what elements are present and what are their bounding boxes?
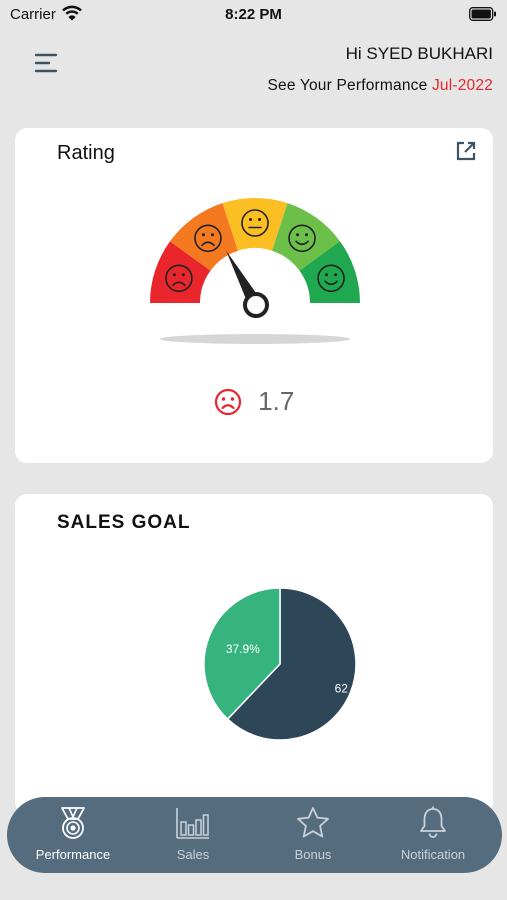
tab-sales-label: Sales (176, 847, 210, 862)
external-link-icon (456, 141, 476, 161)
sales-goal-title: SALES GOAL (57, 512, 191, 533)
rating-value: 1.7 (258, 386, 295, 416)
header: Hi SYED BUKHARI See Your Performance Jul… (0, 30, 507, 110)
performance-prefix: See Your Performance (267, 77, 432, 94)
sales-goal-card: SALES GOAL 62 37.9% (15, 494, 493, 814)
performance-month[interactable]: Jul-2022 (432, 77, 493, 94)
menu-button[interactable] (33, 52, 61, 74)
status-bar: Carrier 8:22 PM (0, 0, 507, 30)
tab-sales[interactable]: Sales (133, 797, 253, 873)
hamburger-icon (34, 53, 58, 73)
sales-goal-pie-chart: 62 37.9% (203, 587, 357, 741)
gauge-shadow (160, 334, 350, 344)
bell-icon (420, 806, 446, 838)
open-external-button[interactable] (455, 140, 477, 162)
rating-value-row: 1.7 (15, 386, 493, 418)
tab-bonus[interactable]: Bonus (253, 797, 373, 873)
performance-period: See Your Performance Jul-2022 (267, 77, 493, 95)
bar-chart-icon (176, 808, 209, 839)
pie-slice-label: 37.9% (226, 642, 260, 656)
tab-notification-label: Notification (400, 847, 466, 862)
rating-title: Rating (57, 142, 115, 164)
bottom-tab-bar: Performance Sales Bonus Notification (7, 797, 502, 873)
rating-card: Rating 1.7 (15, 128, 493, 463)
tab-performance-label: Performance (35, 847, 111, 862)
medal-icon (61, 807, 85, 839)
battery-icon (469, 7, 497, 25)
status-time: 8:22 PM (225, 6, 282, 23)
tab-notification[interactable]: Notification (373, 797, 493, 873)
gauge-needle (226, 250, 269, 318)
star-icon (297, 807, 329, 838)
tab-performance[interactable]: Performance (13, 797, 133, 873)
sad-face-icon (214, 388, 241, 415)
tab-bonus-label: Bonus (294, 847, 332, 862)
pie-slice-label: 62 (335, 681, 349, 695)
greeting-text: Hi SYED BUKHARI (345, 44, 493, 63)
rating-gauge (150, 198, 360, 344)
